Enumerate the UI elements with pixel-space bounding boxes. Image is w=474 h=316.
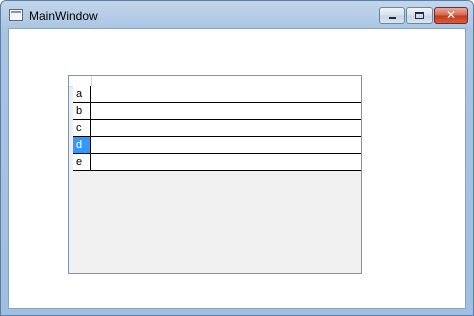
row-header[interactable]: b (73, 103, 91, 119)
main-window: MainWindow ✕ a b c d e (0, 0, 474, 316)
table-row[interactable]: c (73, 120, 361, 137)
data-grid[interactable]: a b c d e (68, 75, 362, 274)
maximize-button[interactable] (406, 7, 433, 24)
row-header[interactable]: c (73, 120, 91, 136)
minimize-icon (389, 17, 396, 19)
row-header[interactable]: a (73, 86, 91, 102)
row-header[interactable]: e (73, 154, 91, 170)
minimize-button[interactable] (379, 7, 405, 24)
table-cell[interactable] (91, 86, 361, 102)
table-cell[interactable] (91, 137, 361, 153)
table-row[interactable]: a (73, 86, 361, 103)
row-header-selected[interactable]: d (73, 137, 91, 153)
table-row[interactable]: e (73, 154, 361, 171)
window-title: MainWindow (29, 9, 98, 23)
table-row[interactable]: b (73, 103, 361, 120)
table-cell[interactable] (91, 120, 361, 136)
select-all-corner[interactable] (69, 76, 92, 86)
close-button[interactable]: ✕ (434, 7, 468, 24)
table-row[interactable]: d (73, 137, 361, 154)
table-cell[interactable] (91, 154, 361, 170)
app-window-icon[interactable] (9, 9, 23, 21)
maximize-icon (415, 12, 424, 19)
client-area: a b c d e (8, 28, 466, 309)
table-cell[interactable] (91, 103, 361, 119)
close-icon: ✕ (445, 8, 457, 22)
title-bar[interactable]: MainWindow ✕ (1, 1, 473, 28)
